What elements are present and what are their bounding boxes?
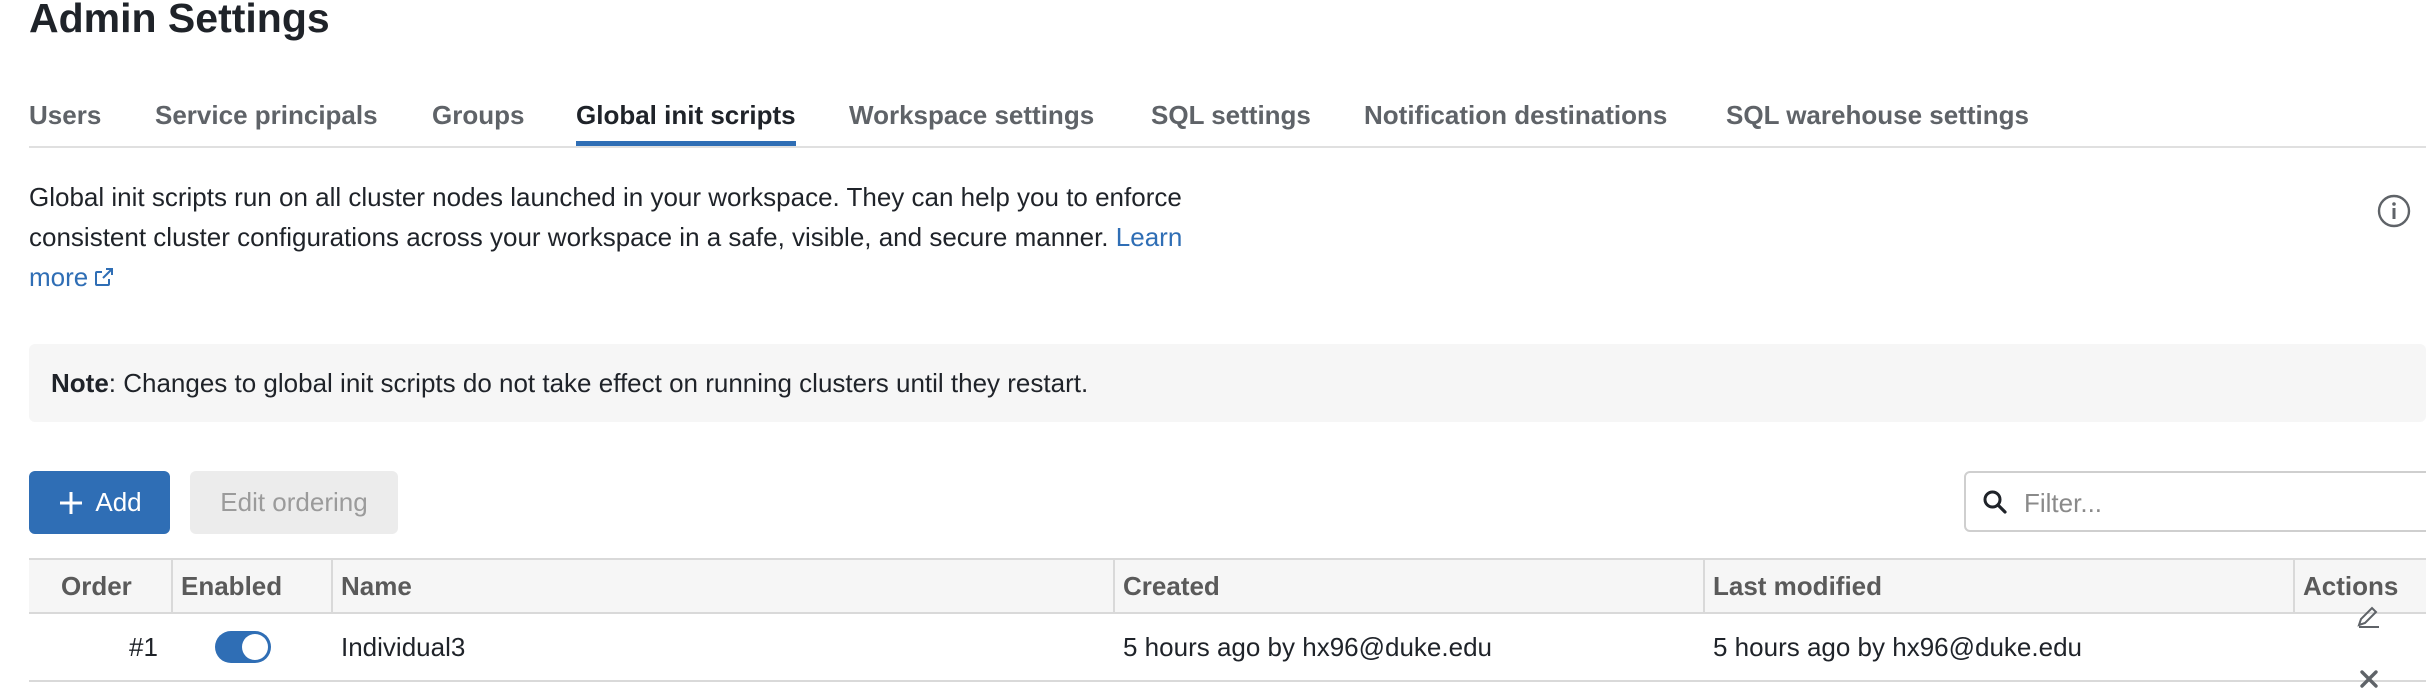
column-header-name[interactable]: Name <box>331 560 1113 612</box>
row-last-modified: 5 hours ago by hx96@duke.edu <box>1713 632 2082 662</box>
row-created: 5 hours ago by hx96@duke.edu <box>1123 632 1492 662</box>
tab-service-principals[interactable]: Service principals <box>155 94 378 146</box>
search-icon <box>1983 490 2007 514</box>
column-header-last-modified[interactable]: Last modified <box>1703 560 2293 612</box>
tab-groups[interactable]: Groups <box>432 94 524 146</box>
page-description: Global init scripts run on all cluster n… <box>29 177 1209 297</box>
info-icon[interactable] <box>2376 193 2412 229</box>
column-header-order[interactable]: Order <box>29 560 171 612</box>
tab-global-init-scripts[interactable]: Global init scripts <box>576 94 796 146</box>
external-link-icon <box>95 268 114 286</box>
column-header-created[interactable]: Created <box>1113 560 1703 612</box>
tab-sql-settings[interactable]: SQL settings <box>1151 94 1311 146</box>
tab-workspace-settings[interactable]: Workspace settings <box>849 94 1094 146</box>
table-header: Order Enabled Name Created Last modified… <box>29 560 2426 614</box>
tab-users[interactable]: Users <box>29 94 101 146</box>
plus-icon <box>60 491 83 514</box>
init-scripts-table: Order Enabled Name Created Last modified… <box>29 558 2426 688</box>
row-order: #1 <box>129 632 158 662</box>
table-row: #1 Individual3 5 hours ago by hx96@duke.… <box>29 606 2426 688</box>
enabled-toggle[interactable] <box>215 631 271 663</box>
settings-tabs: Users Service principals Groups Global i… <box>29 94 2426 148</box>
tab-notification-destinations[interactable]: Notification destinations <box>1364 94 1667 146</box>
row-name[interactable]: Individual3 <box>341 614 465 680</box>
column-header-enabled[interactable]: Enabled <box>171 560 331 612</box>
page-title: Admin Settings <box>29 0 330 41</box>
description-text: Global init scripts run on all cluster n… <box>29 182 1182 252</box>
edit-icon[interactable] <box>2356 604 2382 630</box>
note-label: Note <box>51 368 109 398</box>
tab-sql-warehouse-settings[interactable]: SQL warehouse settings <box>1726 94 2029 146</box>
filter-input[interactable] <box>2022 481 2416 525</box>
filter-box <box>1964 471 2426 532</box>
note-text: : Changes to global init scripts do not … <box>108 368 1089 398</box>
edit-ordering-button[interactable]: Edit ordering <box>190 471 398 534</box>
add-button[interactable]: Add <box>29 471 170 534</box>
add-button-label: Add <box>95 487 142 517</box>
toggle-knob <box>242 634 268 660</box>
delete-icon[interactable] <box>2356 666 2382 692</box>
note-banner: Note: Changes to global init scripts do … <box>29 344 2426 422</box>
